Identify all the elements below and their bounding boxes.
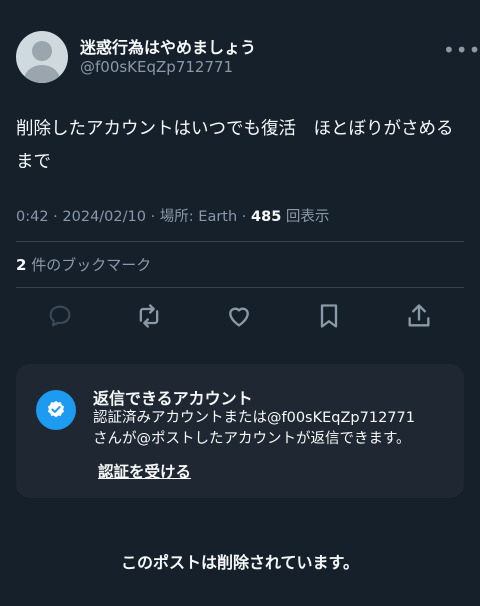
deleted-notice: このポストは削除されています。 [121,553,359,572]
post-location: 場所: Earth [159,209,238,225]
user-handle[interactable]: @f00sKEqZp712771 [80,58,233,76]
avatar-head-shape [32,41,52,61]
action-bar [16,294,464,338]
view-count: 485 [251,209,282,225]
post-time[interactable]: 0:42 [16,209,49,225]
heart-icon [229,307,249,327]
get-verified-link[interactable]: 認証を受ける [98,460,191,482]
reply-button[interactable] [46,302,74,330]
verified-badge-icon [36,390,76,430]
post-date[interactable]: 2024/02/10 [62,209,146,225]
post-text: 削除したアカウントはいつでも復活 ほとぼりがさめるまで [16,119,454,172]
reply-card-title: 返信できるアカウント [93,389,253,408]
more-options-icon[interactable]: ••• [443,38,480,62]
reply-card-body: 認証済みアカウントまたは@f00sKEqZp712771 さんが@ポストしたアカ… [93,410,415,447]
divider [16,241,464,242]
reply-restriction-card: 返信できるアカウント 認証済みアカウントまたは@f00sKEqZp712771 … [16,364,464,498]
view-label: 回表示 [285,209,330,225]
avatar-body-shape [24,65,60,83]
share-icon [408,304,430,327]
retweet-icon [139,304,159,328]
like-button[interactable] [225,302,253,330]
display-name[interactable]: 迷惑行為はやめましょう [80,34,256,58]
avatar[interactable] [16,31,68,83]
reply-icon [49,305,71,327]
bookmark-number: 2 [16,256,27,274]
bookmark-icon [320,304,338,328]
bookmark-count[interactable]: 2 件のブックマーク [16,254,151,275]
share-button[interactable] [405,302,433,330]
divider [16,287,464,288]
post-meta: 0:42 · 2024/02/10 · 場所: Earth · 485 回表示 [16,209,330,225]
bookmark-button[interactable] [315,302,343,330]
bookmark-label: 件のブックマーク [31,256,152,274]
checkmark-icon [47,400,65,418]
retweet-button[interactable] [135,302,163,330]
